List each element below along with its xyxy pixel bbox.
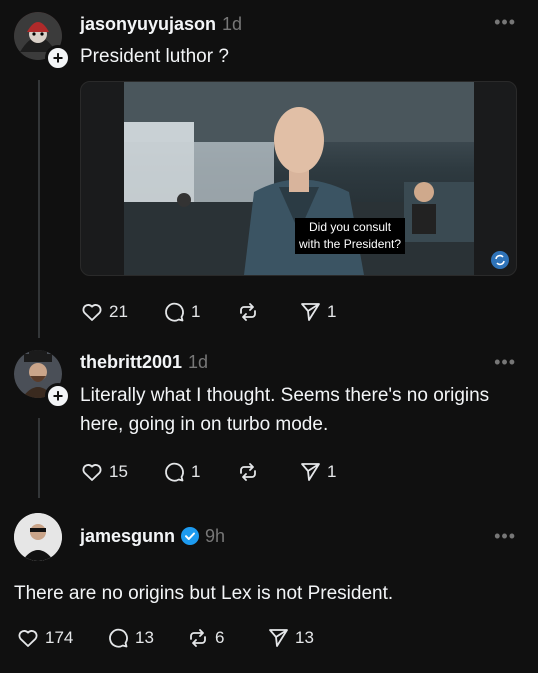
avatar[interactable]: [14, 513, 62, 561]
video-caption: Did you consult with the President?: [295, 218, 406, 254]
timestamp: 9h: [205, 526, 226, 546]
timestamp: 1d: [188, 352, 209, 372]
repost-badge-icon: [491, 251, 509, 269]
like-button[interactable]: 15: [80, 460, 162, 484]
like-button[interactable]: 174: [16, 626, 106, 650]
timestamp: 1d: [222, 14, 243, 34]
reply-button[interactable]: 1: [162, 460, 236, 484]
username[interactable]: thebritt2001 1d: [80, 352, 208, 373]
post-text: There are no origins but Lex is not Pres…: [14, 583, 394, 604]
repost-button[interactable]: 6: [186, 626, 266, 650]
repost-icon: [240, 463, 256, 481]
like-count: 21: [109, 302, 128, 321]
reply-count: 13: [135, 628, 154, 647]
video-frame: Did you consult with the President?: [124, 82, 474, 275]
repost-icon: [190, 629, 206, 647]
thread-line: [38, 418, 40, 498]
action-bar: 15 1 1: [80, 457, 336, 487]
follow-plus-icon[interactable]: +: [45, 383, 71, 409]
heart-icon: [82, 304, 102, 321]
post-text-line-1: Literally what I thought. Seems there's …: [80, 385, 490, 406]
avatar-image: [14, 513, 62, 561]
action-bar: 174 13 6 13: [16, 623, 314, 653]
comment-icon: [165, 462, 184, 482]
username[interactable]: jamesgunn 9h: [80, 526, 225, 547]
reply-button[interactable]: 13: [106, 626, 186, 650]
more-dots-icon[interactable]: •••: [494, 12, 516, 33]
send-icon: [269, 629, 288, 647]
repost-icon: [240, 303, 256, 321]
comment-icon: [165, 302, 184, 322]
comment-icon: [109, 628, 128, 648]
reply-count: 1: [191, 462, 201, 481]
share-count: 1: [327, 302, 337, 321]
repost-count: 6: [215, 628, 225, 647]
send-icon: [301, 463, 320, 481]
caption-line-1: Did you consult: [309, 220, 392, 234]
repost-button[interactable]: [236, 300, 298, 324]
heart-icon: [18, 630, 38, 647]
post-text: Literally what I thought. Seems there's …: [80, 381, 530, 439]
username-text[interactable]: jasonyuyujason: [80, 14, 216, 34]
video-thumbnail[interactable]: Did you consult with the President?: [80, 81, 517, 276]
action-bar: 21 1 1: [80, 297, 336, 327]
caption-line-2: with the President?: [299, 237, 402, 251]
share-count: 13: [295, 628, 314, 647]
share-button[interactable]: 13: [266, 626, 314, 650]
repost-button[interactable]: [236, 460, 298, 484]
reply-button[interactable]: 1: [162, 300, 236, 324]
send-icon: [301, 303, 320, 321]
username-text[interactable]: thebritt2001: [80, 352, 182, 372]
follow-plus-icon[interactable]: +: [45, 45, 71, 71]
username[interactable]: jasonyuyujason 1d: [80, 14, 242, 35]
thread-line: [38, 80, 40, 338]
share-button[interactable]: 1: [298, 460, 336, 484]
post-text: President luthor ?: [80, 46, 229, 67]
post-text-line-2: here, going in on turbo mode.: [80, 414, 329, 435]
more-dots-icon[interactable]: •••: [494, 526, 516, 547]
share-count: 1: [327, 462, 337, 481]
share-button[interactable]: 1: [298, 300, 336, 324]
verified-badge-icon: [181, 527, 200, 545]
like-count: 174: [45, 628, 74, 647]
heart-icon: [82, 464, 102, 481]
username-text[interactable]: jamesgunn: [80, 526, 175, 546]
like-count: 15: [109, 462, 128, 481]
more-dots-icon[interactable]: •••: [494, 352, 516, 373]
like-button[interactable]: 21: [80, 300, 162, 324]
reply-count: 1: [191, 302, 201, 321]
